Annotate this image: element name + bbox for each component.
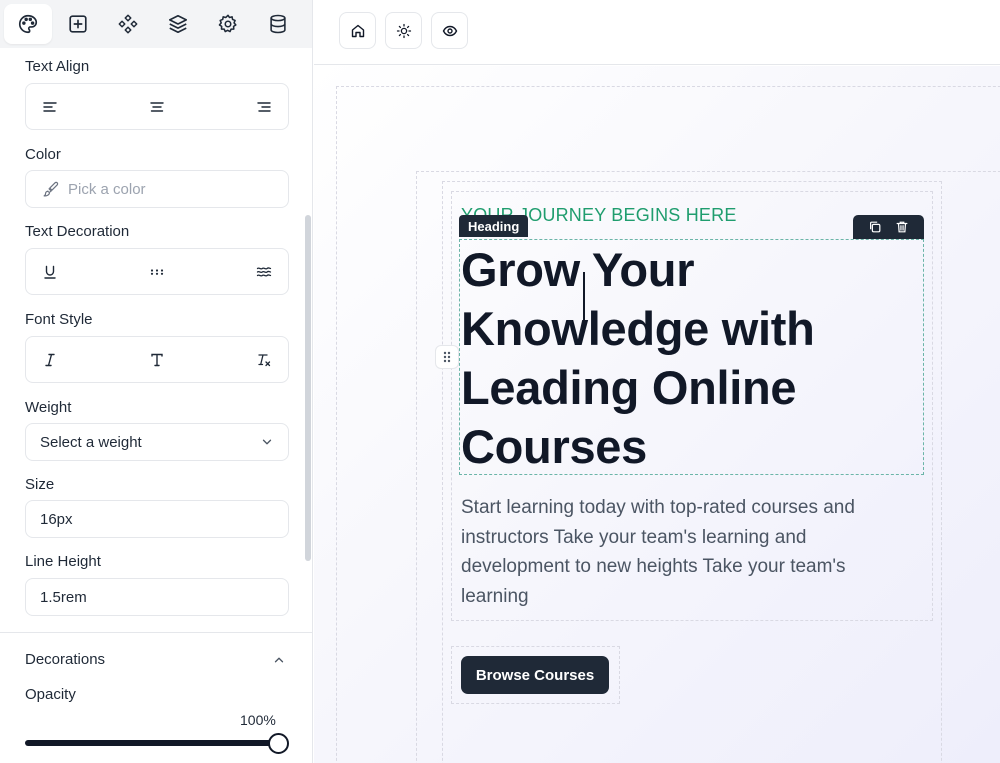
palette-icon [19,14,38,34]
align-center-icon [150,101,164,112]
grip-vertical-icon [443,351,451,363]
align-right-icon [257,101,271,112]
line-height-input[interactable]: 1.5rem [25,578,289,616]
duplicate-button[interactable] [865,217,885,237]
chevron-up-icon[interactable] [272,653,286,667]
line-height-label: Line Height [25,553,101,570]
browse-courses-button[interactable]: Browse Courses [461,656,609,694]
size-input-value: 16px [40,510,73,528]
normal-style-button[interactable] [145,348,169,372]
tab-components[interactable] [104,4,152,44]
opacity-value: 100% [240,712,276,728]
layers-icon [168,14,188,34]
hero-heading[interactable]: Grow Your Knowledge with Leading Online … [461,240,921,476]
dotted-line-icon [150,268,164,275]
wavy-decoration-button[interactable] [252,260,276,284]
tab-style[interactable] [4,4,52,44]
element-actions-bar [853,215,924,239]
home-icon [351,24,364,37]
size-label: Size [25,476,55,493]
text-align-label: Text Align [25,58,90,75]
text-decoration-label: Text Decoration [25,223,130,240]
tab-data[interactable] [254,4,302,44]
text-caret [583,272,585,322]
opacity-label: Opacity [25,686,76,703]
sidebar-scrollbar[interactable] [305,215,311,561]
decorations-section-title[interactable]: Decorations [25,651,105,668]
size-input[interactable]: 16px [25,500,289,538]
font-style-group [25,336,289,383]
align-left-button[interactable] [38,95,62,119]
text-decoration-group [25,248,289,295]
dotted-decoration-button[interactable] [145,260,169,284]
settings-gear-icon [218,14,237,33]
tab-add[interactable] [54,4,102,44]
text-align-group [25,83,289,130]
underline-button[interactable] [38,260,62,284]
sun-icon [396,23,411,38]
copy-icon [869,221,881,233]
font-style-label: Font Style [25,311,93,328]
weight-select[interactable]: Select a weight [25,423,289,461]
preview-button[interactable] [431,12,468,49]
hero-paragraph[interactable]: Start learning today with top-rated cour… [461,493,901,611]
eye-icon [442,25,457,36]
components-icon [118,14,138,34]
sidebar-tab-bar [0,0,312,48]
tab-settings[interactable] [204,4,252,44]
section-divider [0,632,312,633]
paint-brush-icon [43,181,59,197]
wavy-line-icon [256,266,272,277]
editor-canvas: YOUR JOURNEY BEGINS HERE Heading Grow Yo… [314,66,1000,763]
home-button[interactable] [339,12,376,49]
weight-select-value: Select a weight [40,433,142,451]
align-left-icon [43,101,57,112]
opacity-slider-thumb[interactable] [268,733,289,754]
add-block-icon [69,15,87,33]
chevron-down-icon [262,439,272,445]
database-icon [270,14,286,34]
underline-icon [44,265,56,279]
weight-label: Weight [25,399,72,416]
tab-layers[interactable] [154,4,202,44]
italic-button[interactable] [38,348,62,372]
drag-handle[interactable] [435,345,459,369]
color-label: Color [25,146,61,163]
opacity-slider-track[interactable] [25,740,279,746]
color-picker-field[interactable]: Pick a color [25,170,289,208]
theme-toggle-button[interactable] [385,12,422,49]
selected-element-tag: Heading [459,215,529,237]
delete-button[interactable] [892,217,912,237]
clear-format-button[interactable] [252,348,276,372]
trash-icon [896,221,908,233]
align-center-button[interactable] [145,95,169,119]
italic-icon [45,353,55,366]
canvas-toolbar [314,0,1000,65]
properties-sidebar: Text Align Color Pick a color Text Decor… [0,0,313,763]
color-placeholder: Pick a color [68,180,146,198]
align-right-button[interactable] [252,95,276,119]
remove-formatting-icon [258,353,271,366]
line-height-input-value: 1.5rem [40,588,87,606]
type-icon [151,353,163,366]
